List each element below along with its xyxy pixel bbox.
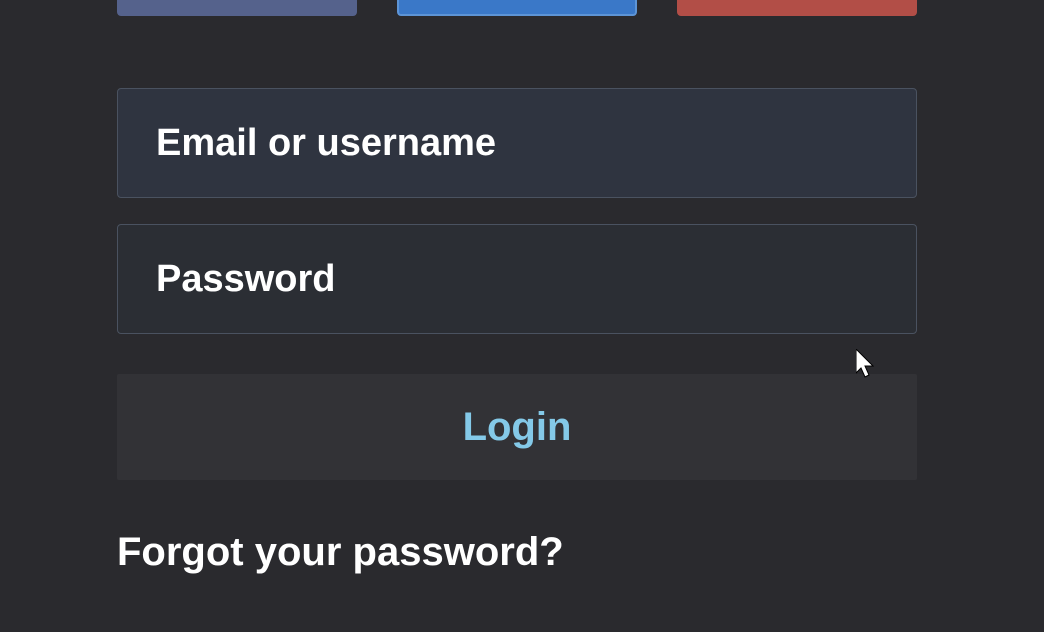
social-login-button-2[interactable] — [397, 0, 637, 16]
social-login-row — [117, 0, 917, 16]
login-button[interactable]: Login — [117, 374, 917, 480]
social-login-button-3[interactable] — [677, 0, 917, 16]
password-input[interactable] — [117, 224, 917, 334]
username-input[interactable] — [117, 88, 917, 198]
login-form: Login Forgot your password? — [117, 88, 917, 575]
social-login-button-1[interactable] — [117, 0, 357, 16]
forgot-password-link[interactable]: Forgot your password? — [117, 530, 917, 575]
